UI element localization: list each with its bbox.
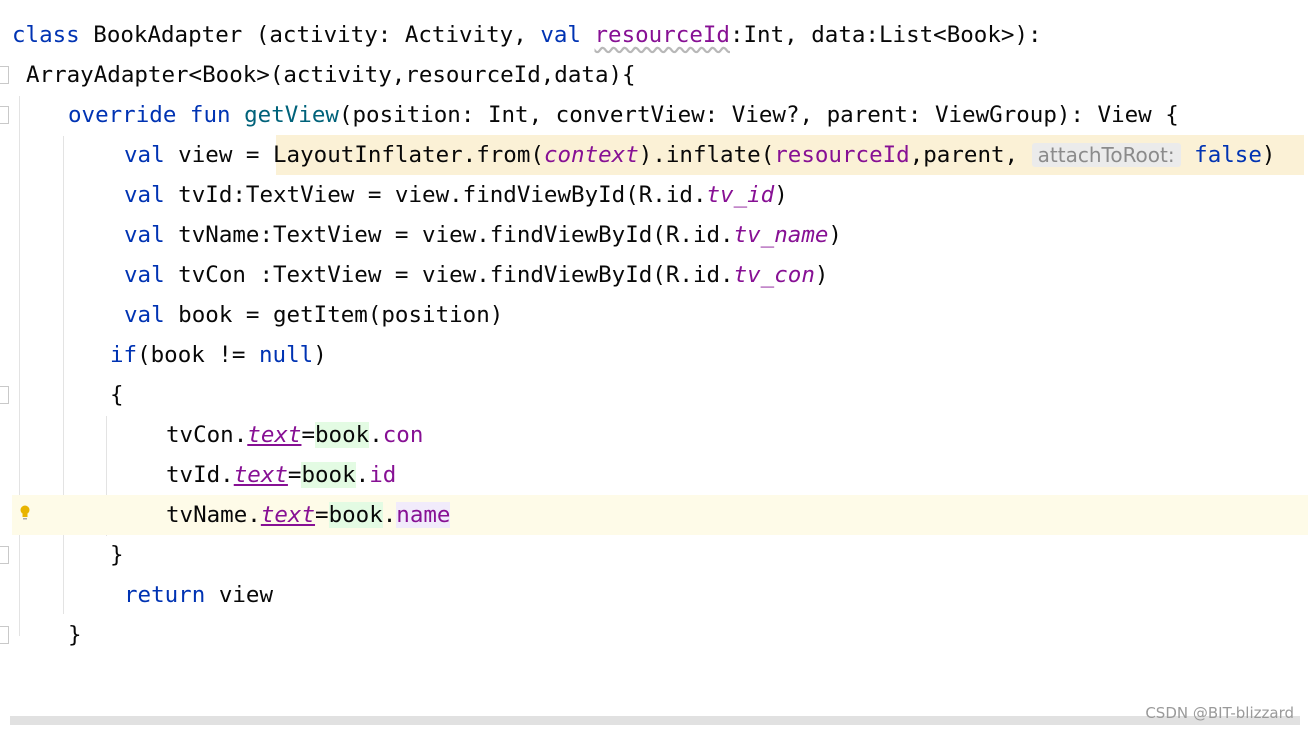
code-token: tvCon.: [166, 422, 248, 448]
property-token: resourceId: [594, 22, 730, 48]
code-token: (position: Int, convertView: View?, pare…: [338, 102, 1179, 128]
code-line-7[interactable]: val tvCon :TextView = view.findViewById(…: [124, 255, 828, 295]
smart-cast-token: book: [328, 502, 383, 528]
code-token: ): [1261, 142, 1276, 168]
function-token: getView: [244, 102, 339, 128]
code-token: {: [110, 382, 124, 408]
code-token: tvName:TextView = view.findViewById(R.id…: [164, 222, 734, 248]
keyword-token: override: [68, 102, 177, 128]
code-line-10[interactable]: {: [110, 375, 124, 415]
keyword-token: class: [12, 22, 80, 48]
keyword-token: val: [124, 262, 165, 288]
code-line-3[interactable]: override fun getView(position: Int, conv…: [68, 95, 1179, 135]
keyword-token: false: [1194, 142, 1262, 168]
property-token: con: [382, 422, 424, 448]
keyword-token: null: [259, 342, 314, 368]
parameter-hint: attachToRoot:: [1031, 143, 1181, 167]
code-line-8[interactable]: val book = getItem(position): [124, 295, 503, 335]
code-token: ,parent,: [909, 142, 1032, 168]
code-line-13[interactable]: tvName.text=book.name: [166, 495, 451, 535]
property-token: text: [247, 422, 302, 448]
code-token: :Int, data:List<Book>):: [729, 22, 1042, 48]
code-editor[interactable]: class BookAdapter (activity: Activity, v…: [0, 0, 1308, 731]
property-token: name: [396, 502, 451, 528]
fold-marker[interactable]: [0, 106, 9, 124]
keyword-token: val: [124, 222, 165, 248]
property-token: text: [260, 502, 316, 528]
smart-cast-token: book: [315, 422, 370, 448]
code-token: ): [313, 342, 327, 368]
code-line-5[interactable]: val tvId:TextView = view.findViewById(R.…: [124, 175, 788, 215]
keyword-token: val: [124, 142, 165, 168]
code-token: ArrayAdapter<Book>(activity,resourceId,d…: [26, 62, 636, 88]
property-token: tv_id: [706, 182, 775, 208]
indent-guide: [63, 136, 64, 614]
code-token: }: [68, 622, 82, 648]
code-line-4[interactable]: val view = LayoutInflater.from(context).…: [124, 135, 1275, 175]
code-token: (book !=: [137, 342, 260, 368]
code-token: tvId.: [166, 462, 234, 488]
code-token: view: [205, 582, 274, 608]
code-token: .: [355, 462, 370, 488]
keyword-token: val: [124, 182, 165, 208]
keyword-token: fun: [189, 102, 231, 128]
code-token: book = getItem(position): [164, 302, 504, 328]
indent-guide: [19, 96, 20, 636]
property-token: context: [543, 142, 639, 168]
code-line-9[interactable]: if(book != null): [110, 335, 327, 375]
code-line-6[interactable]: val tvName:TextView = view.findViewById(…: [124, 215, 842, 255]
fold-marker[interactable]: [0, 66, 9, 84]
fold-marker[interactable]: [0, 626, 9, 644]
watermark: CSDN @BIT-blizzard: [1145, 704, 1294, 722]
horizontal-scrollbar[interactable]: [10, 716, 1300, 725]
fold-marker[interactable]: [0, 386, 9, 404]
code-token: tvCon :TextView = view.findViewById(R.id…: [164, 262, 734, 288]
code-token: BookAdapter (activity: Activity,: [79, 22, 541, 48]
code-token: tvId:TextView = view.findViewById(R.id.: [164, 182, 707, 208]
code-token: .: [382, 502, 397, 528]
code-token: =: [315, 502, 329, 528]
property-token: tv_con: [733, 262, 815, 288]
code-token: tvName.: [166, 502, 261, 528]
code-token: view =: [164, 142, 274, 168]
code-line-1[interactable]: class BookAdapter (activity: Activity, v…: [12, 15, 1042, 55]
code-token: LayoutInflater.from(: [273, 142, 544, 168]
code-token: ): [814, 262, 829, 288]
code-token: =: [301, 422, 316, 448]
keyword-token: if: [110, 342, 138, 368]
code-line-15[interactable]: return view: [124, 575, 273, 615]
code-token: .: [369, 422, 383, 448]
property-token: id: [369, 462, 397, 488]
keyword-token: val: [124, 302, 165, 328]
code-line-11[interactable]: tvCon.text=book.con: [166, 415, 423, 455]
property-token: text: [233, 462, 288, 488]
code-line-14[interactable]: }: [110, 535, 124, 575]
code-line-2[interactable]: ArrayAdapter<Book>(activity,resourceId,d…: [26, 55, 636, 95]
code-token: ): [774, 182, 788, 208]
lightbulb-icon[interactable]: [19, 504, 31, 522]
code-line-16[interactable]: }: [68, 615, 82, 655]
code-token: ): [828, 222, 842, 248]
code-token: =: [287, 462, 302, 488]
code-token: }: [110, 542, 124, 568]
property-token: tv_name: [733, 222, 829, 248]
property-token: resourceId: [774, 142, 910, 168]
fold-marker[interactable]: [0, 546, 9, 564]
code-token: ).inflate(: [638, 142, 775, 168]
code-line-12[interactable]: tvId.text=book.id: [166, 455, 396, 495]
smart-cast-token: book: [301, 462, 356, 488]
keyword-token: val: [540, 22, 581, 48]
keyword-token: return: [124, 582, 206, 608]
